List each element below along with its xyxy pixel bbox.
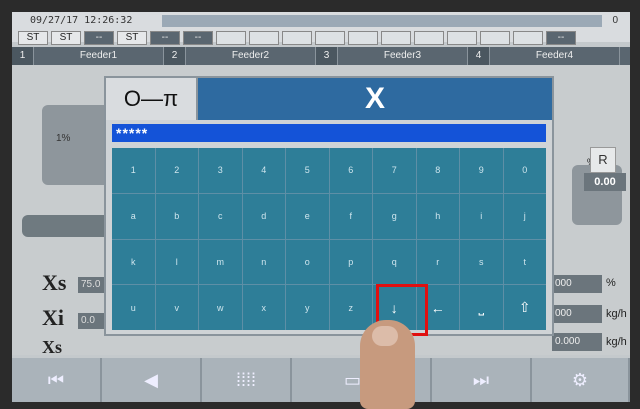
close-button[interactable]: X <box>198 78 552 120</box>
status-indicator <box>216 31 246 45</box>
status-indicator <box>315 31 345 45</box>
keypad-key[interactable]: s <box>460 239 503 285</box>
bottom-nav-button[interactable]: ⏮ <box>12 358 102 402</box>
keypad-key[interactable]: c <box>199 193 242 239</box>
keypad-key[interactable]: 4 <box>242 148 285 193</box>
feeder-tab-number[interactable]: 3 <box>316 47 338 65</box>
keypad-key[interactable]: z <box>329 285 372 330</box>
status-indicator <box>381 31 411 45</box>
keypad-key[interactable]: p <box>329 239 372 285</box>
status-indicator <box>513 31 543 45</box>
status-indicator: -- <box>183 31 213 45</box>
keypad-key[interactable]: f <box>329 193 372 239</box>
title-strip <box>162 15 602 27</box>
keypad-key[interactable]: 6 <box>329 148 372 193</box>
keypad-key[interactable]: h <box>416 193 459 239</box>
right-value-1[interactable]: 000 <box>552 275 602 293</box>
feeder-tab-number[interactable]: 2 <box>164 47 186 65</box>
keypad-key[interactable]: 5 <box>286 148 329 193</box>
fingernail-graphic <box>372 326 398 346</box>
status-indicator-row: ST ST -- ST -- -- -- <box>18 31 576 45</box>
keypad-key[interactable]: m <box>199 239 242 285</box>
status-indicator: ST <box>51 31 81 45</box>
keypad-key[interactable]: j <box>503 193 546 239</box>
keypad-key[interactable]: ⎵ <box>460 285 503 330</box>
keypad-key[interactable]: x <box>242 285 285 330</box>
feeder-tab-name[interactable]: Feeder1 <box>34 47 164 65</box>
right-value-2[interactable]: 000 <box>552 305 602 323</box>
bottom-nav-button[interactable]: ⏭ <box>432 358 532 402</box>
keypad-key[interactable]: w <box>199 285 242 330</box>
keypad-key[interactable]: u <box>112 285 155 330</box>
keypad-key[interactable]: g <box>373 193 416 239</box>
keypad-key[interactable]: 2 <box>155 148 198 193</box>
keypad-key[interactable]: 7 <box>373 148 416 193</box>
right-unit-1: % <box>606 277 616 289</box>
r-button[interactable]: R <box>590 147 616 173</box>
right-unit-2: kg/h <box>606 308 627 320</box>
keypad-key[interactable]: o <box>286 239 329 285</box>
keypad-key[interactable]: i <box>460 193 503 239</box>
counter: 0 <box>612 15 618 26</box>
status-indicator <box>282 31 312 45</box>
xs2-label: Xs <box>42 337 63 357</box>
keypad-key[interactable]: n <box>242 239 285 285</box>
key-icon: O—π <box>106 78 198 120</box>
status-indicator: -- <box>84 31 114 45</box>
keypad-key[interactable]: t <box>503 239 546 285</box>
status-indicator: ST <box>117 31 147 45</box>
keypad-key[interactable]: ⇧ <box>503 285 546 330</box>
feeder-tabs: 1 Feeder1 2 Feeder2 3 Feeder3 4 Feeder4 <box>12 47 630 65</box>
keypad-key[interactable]: d <box>242 193 285 239</box>
feeder-tab-name[interactable]: Feeder2 <box>186 47 316 65</box>
status-indicator <box>447 31 477 45</box>
keypad-key[interactable]: 8 <box>416 148 459 193</box>
keypad-key[interactable]: v <box>155 285 198 330</box>
status-indicator <box>414 31 444 45</box>
status-indicator <box>348 31 378 45</box>
keypad-header: O—π X <box>106 78 552 120</box>
feeder-tab-number[interactable]: 1 <box>12 47 34 65</box>
keypad-key[interactable]: b <box>155 193 198 239</box>
bottom-nav-bar: ⏮◀⁞⁞⁞⁞▭▭⏭⚙ <box>12 358 630 402</box>
feeder-tab-name[interactable]: Feeder4 <box>490 47 620 65</box>
status-indicator <box>249 31 279 45</box>
password-input[interactable]: ***** <box>112 124 546 142</box>
status-indicator: -- <box>546 31 576 45</box>
keypad-key[interactable]: a <box>112 193 155 239</box>
status-indicator: ST <box>18 31 48 45</box>
password-keypad-dialog: O—π X ***** 1234567890 abcdefghij klmnopqr… <box>104 76 554 336</box>
feeder-percent: 1% <box>56 133 71 144</box>
datetime: 09/27/17 12:26:32 <box>30 15 133 26</box>
keypad-key[interactable]: l <box>155 239 198 285</box>
keypad-key[interactable]: e <box>286 193 329 239</box>
keypad-key[interactable]: 3 <box>199 148 242 193</box>
feeder-tab-number[interactable]: 4 <box>468 47 490 65</box>
keypad-key[interactable]: 1 <box>112 148 155 193</box>
bottom-nav-button[interactable]: ⚙ <box>532 358 630 402</box>
keypad-key[interactable]: y <box>286 285 329 330</box>
xs-label: Xs <box>42 270 67 295</box>
status-indicator: -- <box>150 31 180 45</box>
feeder-tab-name[interactable]: Feeder3 <box>338 47 468 65</box>
keypad-grid: 1 2 3 4 5 6 7 8 9 0 a b c d e f g h i j k l m n o p q r s t u v w x y z ↓ ← ⎵ ⇧ <box>112 148 546 330</box>
zero-value[interactable]: 0.00 <box>584 173 626 191</box>
right-value-3[interactable]: 0.000 <box>552 333 602 351</box>
status-indicator <box>480 31 510 45</box>
keypad-key[interactable]: k <box>112 239 155 285</box>
bottom-nav-button[interactable]: ⁞⁞⁞⁞ <box>202 358 292 402</box>
bottom-nav-button[interactable]: ◀ <box>102 358 202 402</box>
xi-label: Xi <box>42 305 64 330</box>
keypad-key[interactable]: q <box>373 239 416 285</box>
keypad-key[interactable]: r <box>416 239 459 285</box>
right-unit-3: kg/h <box>606 336 627 348</box>
keypad-key[interactable]: 9 <box>460 148 503 193</box>
keypad-key[interactable]: 0 <box>503 148 546 193</box>
